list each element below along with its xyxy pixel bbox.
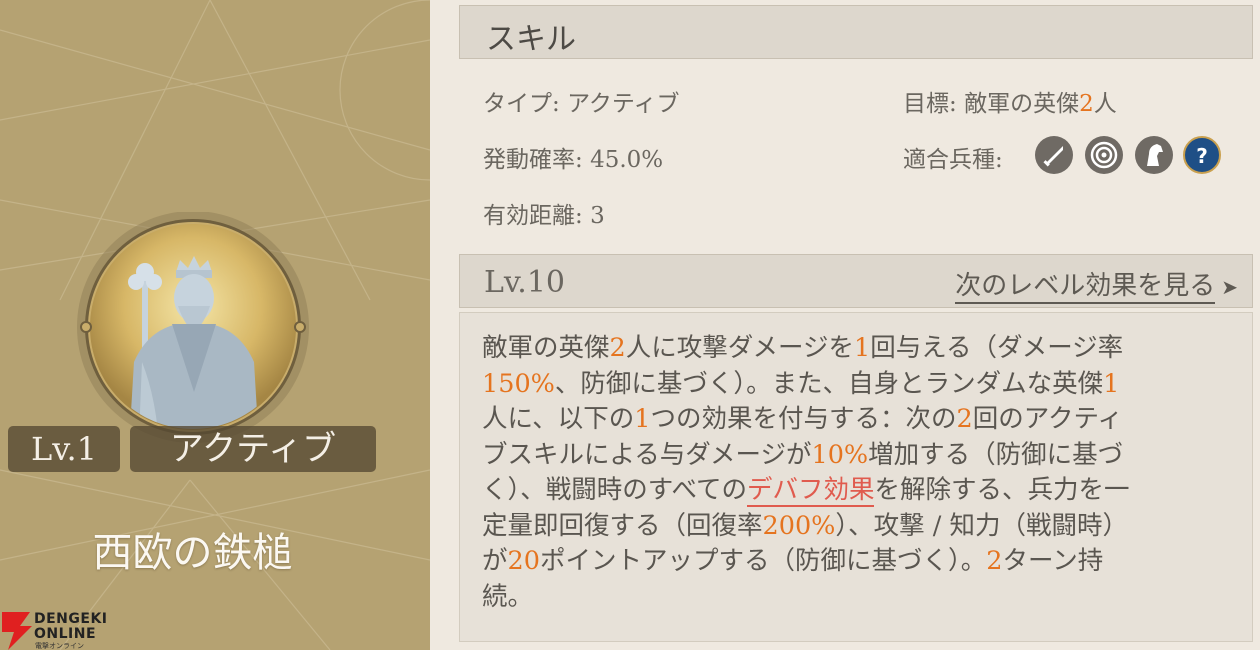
skill-section-header: スキル xyxy=(459,5,1253,59)
section-title: スキル xyxy=(486,22,576,57)
description-text: 敵軍の英傑 xyxy=(482,333,610,363)
description-text: 、防御に基づく）。また、自身とランダムな英傑 xyxy=(554,368,1104,399)
skill-details-panel: スキル タイプ: アクティブ 発動確率: 45.0% 有効距離: 3 目標: 敵… xyxy=(443,0,1260,650)
target-value-suffix: 人 xyxy=(1093,91,1117,117)
sword-icon xyxy=(1035,136,1073,174)
target-icon xyxy=(1085,136,1123,174)
highlight-value: 2 xyxy=(956,404,973,434)
target-value-prefix: 敵軍の英傑 xyxy=(964,91,1080,117)
watermark-sub: 電撃オンライン xyxy=(35,642,84,650)
target-count: 2 xyxy=(1079,91,1094,117)
watermark-line1: DENGEKI xyxy=(34,611,108,627)
type-value: アクティブ xyxy=(567,91,680,117)
level-section-header: Lv.10 次のレベル効果を見る ➤ xyxy=(459,254,1253,308)
skill-name: 西欧の鉄槌 xyxy=(92,530,293,576)
highlight-value: 2 xyxy=(609,333,626,363)
highlight-value: 1 xyxy=(853,333,871,363)
troop-types-row: 適合兵種: xyxy=(903,140,1003,174)
range-row: 有効距離: 3 xyxy=(483,196,605,230)
highlight-value: 1 xyxy=(1103,368,1120,399)
type-row: タイプ: アクティブ xyxy=(483,84,680,118)
skill-description: 敵軍の英傑2人に攻撃ダメージを1回与える（ダメージ率 150%、防御に基づく）。… xyxy=(482,331,1232,615)
target-row: 目標: 敵軍の英傑2人 xyxy=(903,84,1117,118)
next-level-label: 次のレベル効果を見る xyxy=(955,271,1216,304)
troop-types-label: 適合兵種: xyxy=(903,147,1003,173)
svg-text:?: ? xyxy=(1196,144,1208,168)
type-label: タイプ: xyxy=(483,91,560,117)
range-value: 3 xyxy=(590,203,605,229)
highlight-value: 200% xyxy=(762,510,836,541)
level-badge: Lv.1 xyxy=(8,426,120,472)
skill-emblem xyxy=(77,212,309,443)
watermark-line2: ONLINE xyxy=(34,626,97,642)
description-text: 回与える（ダメージ率 xyxy=(870,333,1124,363)
skill-type-badge: アクティブ xyxy=(130,426,376,472)
highlight-value: 150% xyxy=(482,368,555,399)
highlight-value: 10% xyxy=(811,439,869,470)
highlight-value: 1 xyxy=(634,404,651,434)
highlight-value: 20 xyxy=(507,546,540,576)
description-text: 人に攻撃ダメージを xyxy=(625,333,854,363)
watermark-logo: DENGEKI ONLINE xyxy=(34,612,108,642)
target-label: 目標: xyxy=(903,91,957,117)
activation-rate-label: 発動確率: xyxy=(483,147,583,173)
debuff-effect-link[interactable]: デバフ効果 xyxy=(746,475,875,507)
activation-rate-value: 45.0% xyxy=(590,147,664,173)
question-icon: ? xyxy=(1183,136,1221,174)
chevron-right-icon: ➤ xyxy=(1221,275,1238,299)
description-text: 人に、以下の xyxy=(482,404,635,434)
horse-icon xyxy=(1135,136,1173,174)
highlight-value: 2 xyxy=(986,546,1003,576)
skill-description-box: 敵軍の英傑2人に攻撃ダメージを1回与える（ダメージ率 150%、防御に基づく）。… xyxy=(459,312,1253,642)
skill-card: Lv.1 アクティブ 西欧の鉄槌 DENGEKI ONLINE 電撃オンライン xyxy=(0,0,430,650)
level-title: Lv.10 xyxy=(484,265,566,300)
range-label: 有効距離: xyxy=(483,203,583,229)
description-text: ポイントアップする（防御に基づく）。 xyxy=(539,546,987,576)
description-text: つの効果を付与する：次の xyxy=(650,404,957,434)
activation-rate-row: 発動確率: 45.0% xyxy=(483,140,663,174)
next-level-effect-link[interactable]: 次のレベル効果を見る ➤ xyxy=(955,265,1238,304)
